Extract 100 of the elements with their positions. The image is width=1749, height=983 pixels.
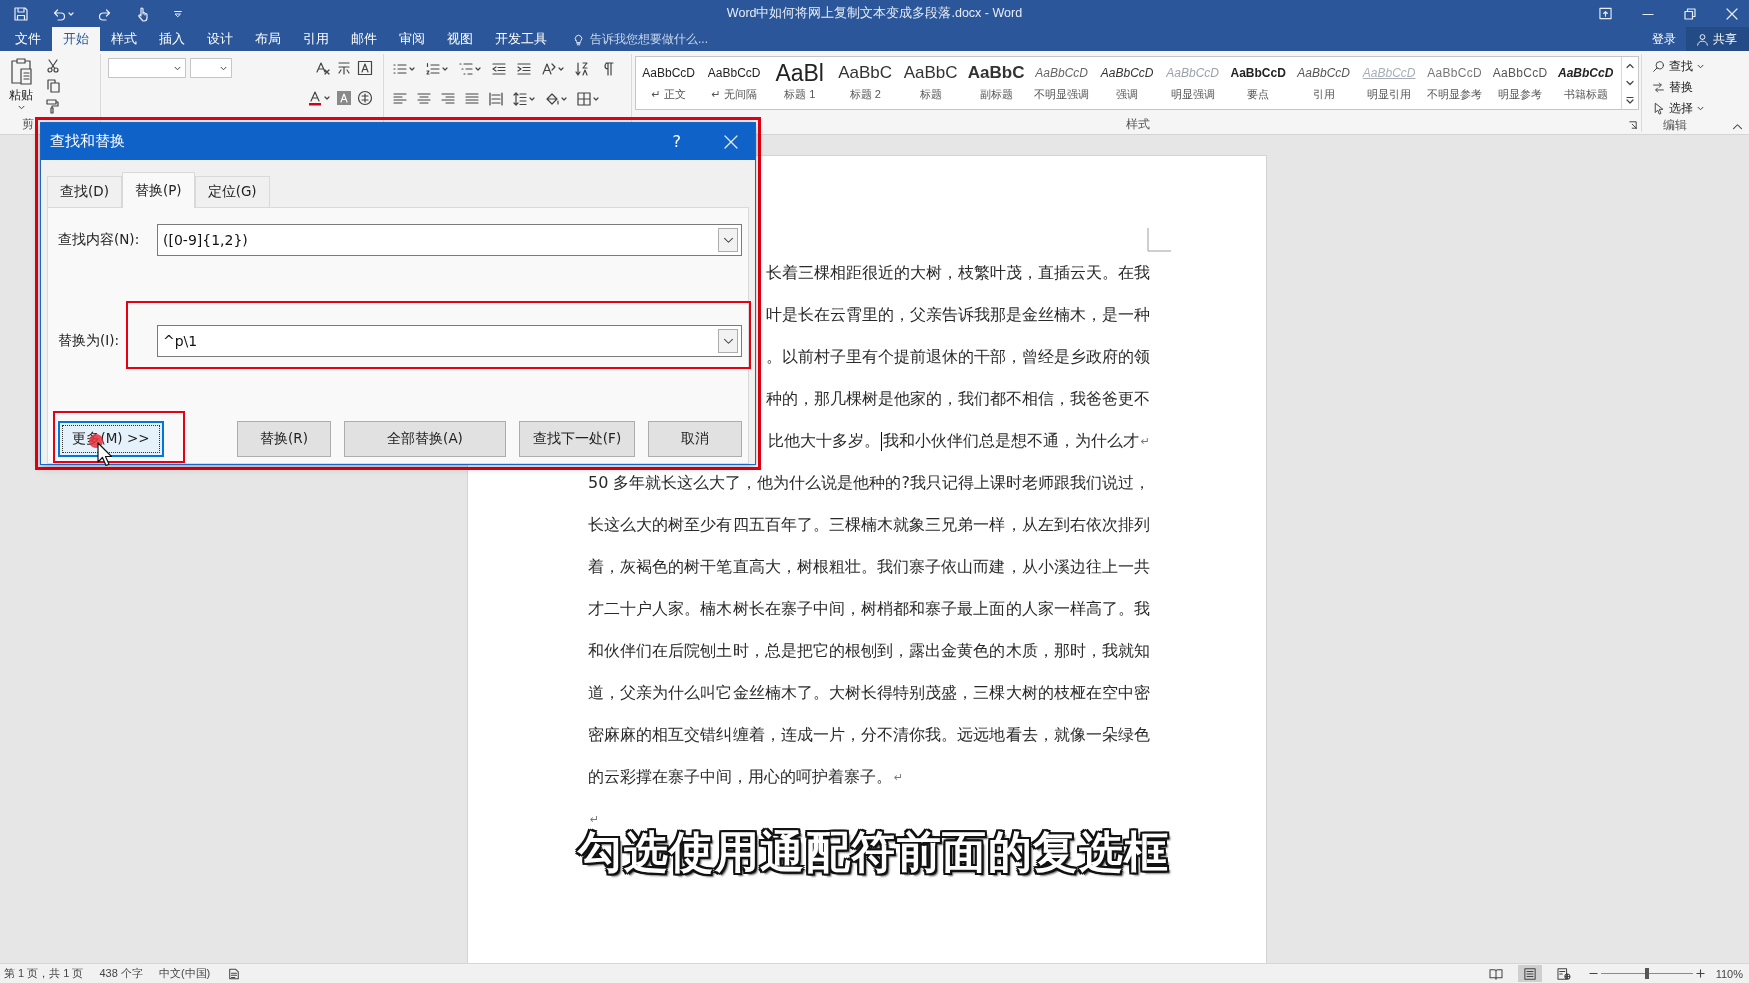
shaded-letter-icon[interactable] [336, 90, 353, 106]
chevron-down-icon [173, 65, 181, 71]
tell-me-field[interactable]: 告诉我您想要做什么... [572, 27, 708, 51]
book-icon [1488, 967, 1503, 980]
document-text-line: 道，父亲为什么叫它金丝楠木了。大树长得特别茂盛，三棵大树的枝桠在空中密 [588, 682, 1150, 704]
page-count[interactable]: 第 1 页，共 1 页 [4, 966, 84, 981]
search-icon [1652, 60, 1666, 73]
ribbon-tab[interactable]: 开发工具 [484, 27, 558, 51]
text-field[interactable]: ([0-9]{1,2}) [157, 224, 742, 256]
paragraph-mark: ↵ [590, 812, 600, 826]
word-count[interactable]: 438 个字 [99, 966, 143, 981]
dialog-button[interactable]: 替换(R) [237, 421, 331, 457]
clear-format-icon[interactable] [315, 60, 332, 76]
close-icon[interactable] [1726, 7, 1738, 20]
zoom-slider-thumb[interactable] [1644, 968, 1649, 979]
zoom-in-icon[interactable] [1695, 969, 1705, 978]
diamond-icon[interactable] [544, 91, 569, 107]
page-icon [1522, 967, 1537, 980]
increase-indent-icon[interactable] [516, 61, 533, 77]
style-option[interactable]: AaBbCcD 强调 [1094, 57, 1160, 109]
line-spacing-icon[interactable] [512, 91, 537, 107]
paint-roller-icon[interactable] [45, 98, 61, 114]
letter-arrow-icon[interactable] [541, 61, 566, 77]
chevron-down-icon[interactable] [1624, 78, 1635, 88]
ribbon-tab[interactable]: 开始 [52, 27, 100, 51]
find-button[interactable]: 查找 [1652, 57, 1732, 76]
style-option[interactable]: AaBl 标题 1 [766, 57, 833, 109]
dialog-tab[interactable]: 定位(G) [194, 176, 270, 207]
scissors-icon[interactable] [45, 58, 61, 74]
style-option[interactable]: AaBbCcD ↵ 正文 [635, 57, 702, 109]
ribbon-tab[interactable]: 样式 [100, 27, 148, 51]
zoom-level[interactable]: 110% [1715, 967, 1743, 980]
dropdown-triangle-icon[interactable] [173, 8, 183, 19]
view-button[interactable] [1517, 965, 1542, 982]
group-label: 样式 [1126, 117, 1151, 132]
paste-button[interactable]: 粘贴 [5, 56, 37, 117]
language-status[interactable]: 中文(中国) [158, 966, 211, 981]
restore-icon[interactable] [1684, 7, 1696, 20]
ribbon-tab[interactable]: 文件 [4, 27, 52, 51]
style-option[interactable]: AaBbCcD 要点 [1225, 57, 1291, 109]
decrease-indent-icon[interactable] [491, 61, 508, 77]
corner-arrow-icon[interactable] [1629, 121, 1638, 129]
ribbon-tab[interactable]: 插入 [148, 27, 196, 51]
dialog-button[interactable]: 全部替换(A) [344, 421, 506, 457]
borders-icon[interactable] [576, 91, 601, 107]
lines-between-bars-icon[interactable] [488, 91, 505, 107]
style-option[interactable]: AaBbCcD 书籍标题 [1552, 57, 1619, 109]
document-text-line: 的云彩撑在寨子中间，用心的呵护着寨子。 [588, 766, 892, 788]
ribbon-tab[interactable]: 布局 [244, 27, 292, 51]
chevron-up-icon[interactable] [1732, 123, 1743, 130]
style-option[interactable]: AaBbCcD 不明显参考 [1421, 57, 1488, 109]
font-color-icon[interactable] [307, 90, 332, 106]
ribbon-tab[interactable]: 审阅 [388, 27, 436, 51]
document-text-line: 50 多年就长这么大了，他为什么说是他种的?我只记得上课时老师跟我们说过， [588, 472, 1150, 494]
box-up-arrow-icon[interactable] [1599, 7, 1612, 20]
ribbon-tab[interactable]: 邮件 [340, 27, 388, 51]
dialog-tab[interactable]: 查找(D) [47, 176, 122, 207]
style-option[interactable]: AaBbC 标题 2 [832, 57, 898, 109]
text-field[interactable]: ^p\1 [157, 325, 742, 357]
dialog-button[interactable]: 查找下一处(F) [519, 421, 635, 457]
style-option[interactable]: AaBbCcD 明显参考 [1487, 57, 1553, 109]
share-button[interactable]: 共享 [1686, 27, 1749, 51]
ribbon-tab[interactable]: 引用 [292, 27, 340, 51]
ribbon-tab[interactable]: 设计 [196, 27, 244, 51]
style-option[interactable]: AaBbCcD 引用 [1290, 57, 1357, 109]
document-icon[interactable] [228, 967, 241, 980]
save-icon[interactable] [13, 5, 29, 22]
font-name-field[interactable] [107, 58, 186, 78]
font-size-field[interactable] [189, 58, 232, 78]
expand-gallery-icon[interactable] [1624, 95, 1635, 106]
person-icon [1696, 32, 1709, 46]
style-option[interactable]: AaBbCcD 明显引用 [1356, 57, 1422, 109]
style-option[interactable]: AaBbCcD 明显强调 [1159, 57, 1226, 109]
document-text-line: 叶是长在云霄里的，父亲告诉我那是金丝楠木，是一种 [766, 304, 1150, 326]
numbered-list-icon[interactable] [425, 61, 450, 77]
close-icon[interactable] [724, 134, 738, 149]
select-button[interactable]: 选择 [1652, 99, 1732, 118]
style-option[interactable]: AaBbC 标题 [897, 57, 964, 109]
boxed-letter-icon[interactable] [357, 60, 374, 76]
paragraph-mark: ↵ [1140, 434, 1150, 448]
circled-character-icon[interactable] [357, 90, 374, 106]
ribbon-tab[interactable]: 视图 [436, 27, 484, 51]
pointer-icon [1652, 102, 1666, 115]
help-button[interactable]: ? [672, 132, 681, 151]
style-option[interactable]: AaBbCcD 不明显强调 [1028, 57, 1095, 109]
style-option[interactable]: AaBbCcD ↵ 无间隔 [701, 57, 767, 109]
style-option[interactable]: AaBbC 副标题 [963, 57, 1029, 109]
dialog-tab[interactable]: 替换(P) [121, 172, 195, 208]
copy-icon[interactable] [45, 78, 61, 94]
hand-icon[interactable] [135, 5, 151, 22]
document-text-line: 长这么大的树至少有四五百年了。三棵楠木就象三兄弟一样，从左到右依次排列 [588, 514, 1150, 536]
clipboard-icon [9, 56, 33, 86]
document-text-line: 和伙伴们在后院刨土时，总是把它的根刨到，露出金黄色的木质，那时，我就知 [588, 640, 1150, 662]
multilevel-list-icon[interactable] [458, 61, 483, 77]
corner-mark-icon [1147, 228, 1171, 252]
lightbulb-icon [572, 32, 585, 46]
sign-in-link[interactable]: 登录 [1652, 27, 1676, 51]
dialog-button[interactable]: 取消 [648, 421, 742, 457]
replace-button[interactable]: 替换 [1652, 78, 1732, 97]
dialog-title: 查找和替换 [50, 132, 126, 151]
